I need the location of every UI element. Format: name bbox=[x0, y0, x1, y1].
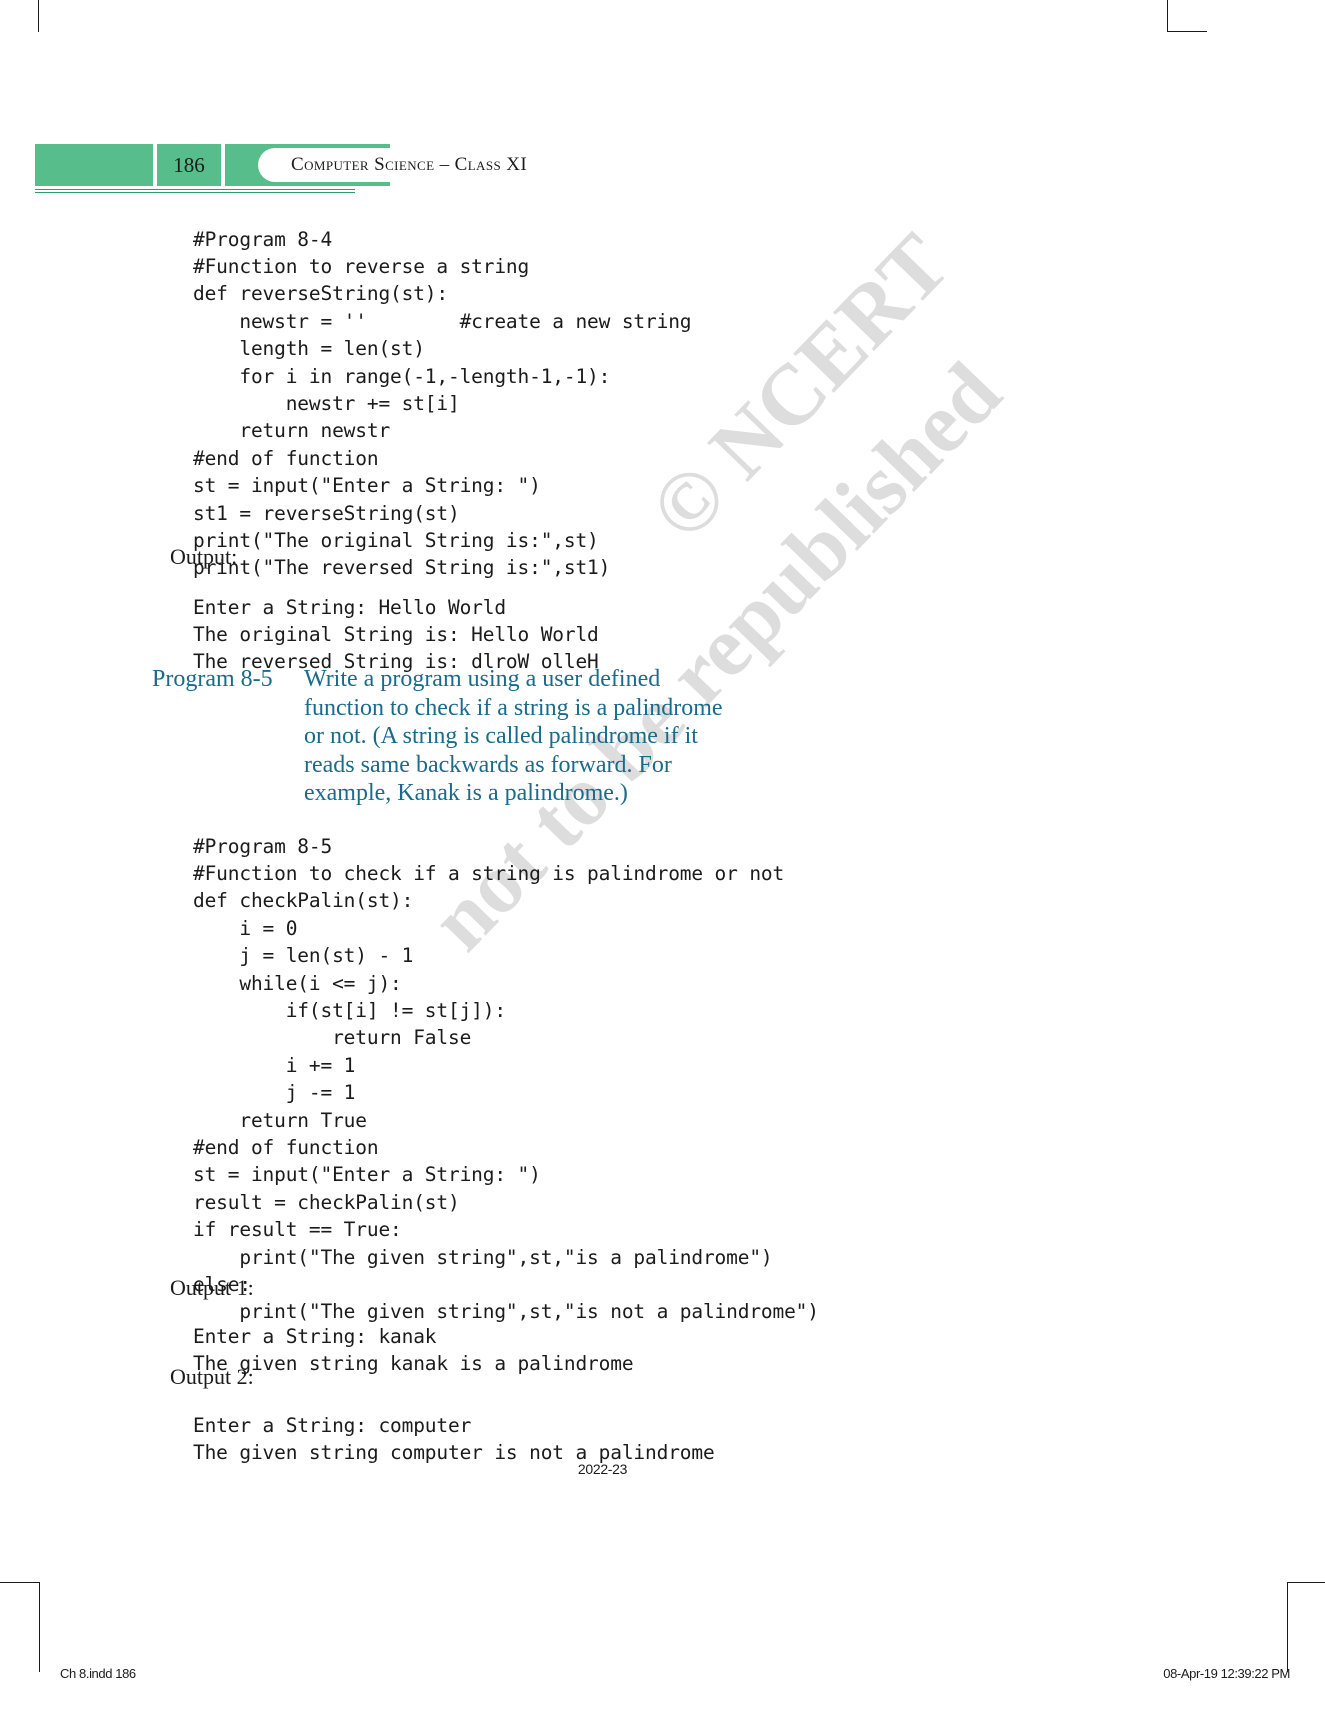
crop-mark-top-right-vertical bbox=[1167, 0, 1168, 32]
code-block-program-8-5: #Program 8-5 #Function to check if a str… bbox=[193, 834, 819, 1324]
output-1-block: Enter a String: kanak The given string k… bbox=[193, 1324, 634, 1375]
statement-line: example, Kanak is a palindrome.) bbox=[304, 780, 628, 807]
statement-line: function to check if a string is a palin… bbox=[304, 694, 723, 721]
header-accent-block-left bbox=[35, 144, 153, 186]
crop-mark-bottom-right-horizontal bbox=[1288, 1582, 1325, 1583]
statement-line: Write a program using a user defined bbox=[304, 666, 661, 692]
output-label-program-8-4: Output: bbox=[170, 544, 238, 569]
running-title: Computer Science – Class XI bbox=[291, 154, 528, 175]
statement-line: reads same backwards as forward. For bbox=[304, 751, 672, 778]
output-2-label: Output 2: bbox=[170, 1364, 254, 1389]
year-stamp: 2022-23 bbox=[577, 1461, 628, 1477]
footer-timestamp: 08-Apr-19 12:39:22 PM bbox=[1163, 1666, 1290, 1681]
crop-mark-bottom-left-horizontal bbox=[0, 1582, 40, 1583]
crop-mark-bottom-right-vertical bbox=[1287, 1582, 1288, 1672]
output-2-block: Enter a String: computer The given strin… bbox=[193, 1413, 715, 1464]
footer-file-info: Ch 8.indd 186 bbox=[60, 1666, 136, 1681]
code-block-program-8-4: #Program 8-4 #Function to reverse a stri… bbox=[193, 227, 692, 580]
crop-mark-top-left bbox=[38, 0, 39, 32]
crop-mark-bottom-left-vertical bbox=[39, 1582, 40, 1672]
page-running-header: 186 Computer Science – Class XI bbox=[35, 144, 555, 193]
program-8-5-label: Program 8-5 bbox=[152, 666, 273, 692]
header-rule-upper bbox=[35, 189, 355, 190]
header-rule-lower bbox=[35, 192, 355, 193]
output-block-program-8-4: Enter a String: Hello World The original… bbox=[193, 595, 599, 674]
statement-line: or not. (A string is called palindrome i… bbox=[304, 723, 698, 750]
program-8-5-statement-text: Write a program using a user defined fun… bbox=[304, 665, 772, 808]
program-8-5-statement: Program 8-5 Write a program using a user… bbox=[152, 665, 772, 808]
crop-mark-top-right-horizontal bbox=[1167, 31, 1207, 32]
output-1-label: Output 1: bbox=[170, 1275, 254, 1300]
page-number: 186 bbox=[173, 153, 205, 177]
